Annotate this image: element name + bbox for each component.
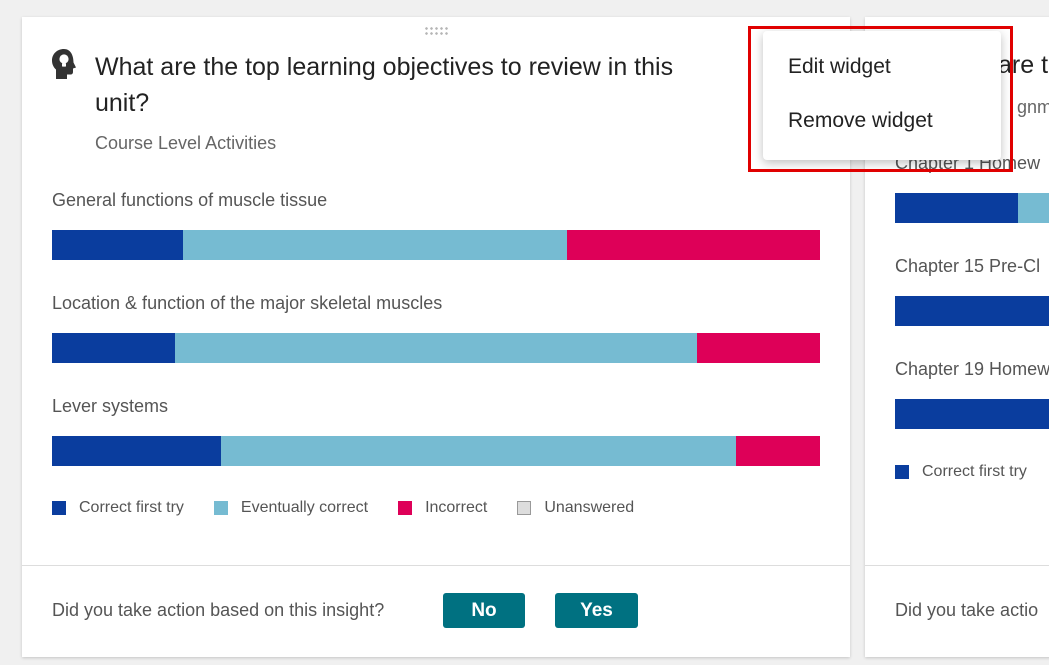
bar-segment-eventually-correct	[1018, 193, 1049, 223]
widget-2-row-label: Chapter 19 Homew	[895, 359, 1049, 379]
objective-label: Lever systems	[52, 396, 169, 416]
action-prompt: Did you take action based on this insigh…	[52, 600, 385, 620]
bar-segment-correct-first-try	[895, 193, 1018, 223]
widget-title: What are the top learning objectives to …	[95, 53, 674, 117]
bar-segment-correct-first-try	[52, 436, 221, 466]
bar-segment-eventually-correct	[220, 436, 736, 466]
legend-swatch	[52, 501, 66, 515]
objective-bar	[52, 230, 820, 260]
chart-legend: Correct first try Eventually correct Inc…	[52, 499, 664, 517]
footer-divider	[865, 565, 1049, 566]
legend-swatch	[213, 501, 228, 515]
objective-label: General functions of muscle tissue	[52, 190, 328, 210]
no-button[interactable]: No	[443, 593, 525, 628]
bar-segment-correct-first-try	[895, 296, 1049, 326]
legend-label: Unanswered	[544, 499, 635, 516]
footer-divider	[22, 565, 850, 566]
legend-swatch	[895, 465, 909, 479]
widget-subtitle: Course Level Activities	[95, 133, 277, 153]
drag-handle-icon[interactable]	[424, 26, 448, 36]
bar-segment-incorrect	[697, 333, 820, 363]
widget-2-row-label: Chapter 15 Pre-Cl	[895, 256, 1041, 276]
widget-2-bar	[895, 193, 1049, 223]
legend-item-correct-first-try: Correct first try	[895, 463, 1027, 481]
objective-label: Location & function of the major skeleta…	[52, 293, 443, 313]
bar-segment-correct-first-try	[52, 333, 175, 363]
widget-2-bar	[895, 296, 1049, 326]
legend-label: Eventually correct	[240, 499, 369, 516]
bar-segment-eventually-correct	[182, 230, 567, 260]
legend-label: Correct first try	[79, 499, 184, 516]
action-prompt: Did you take actio	[895, 600, 1039, 620]
bar-segment-incorrect	[566, 230, 820, 260]
yes-button[interactable]: Yes	[555, 593, 638, 628]
objective-bar	[52, 333, 820, 363]
bar-segment-correct-first-try	[895, 399, 1049, 429]
bar-segment-correct-first-try	[52, 230, 183, 260]
bar-segment-eventually-correct	[174, 333, 698, 363]
legend-item-unanswered: Unanswered	[517, 499, 634, 517]
legend-label: Incorrect	[425, 499, 488, 516]
widget-2-legend: Correct first try	[895, 463, 1049, 481]
legend-item-incorrect: Incorrect	[398, 499, 487, 517]
legend-swatch	[517, 501, 532, 515]
bar-segment-incorrect	[735, 436, 820, 466]
highlight-box	[748, 26, 1013, 172]
objective-bar	[52, 436, 820, 466]
head-lightbulb-icon	[52, 49, 76, 79]
legend-label: Correct first try	[922, 463, 1027, 480]
widget-2-bar	[895, 399, 1049, 429]
widget-card: What are the top learning objectives to …	[22, 17, 850, 657]
widget-2-subtitle: gnmen	[1017, 97, 1049, 117]
legend-item-correct-first-try: Correct first try	[52, 499, 184, 517]
legend-swatch	[398, 501, 413, 515]
legend-item-eventually-correct: Eventually correct	[213, 499, 369, 517]
